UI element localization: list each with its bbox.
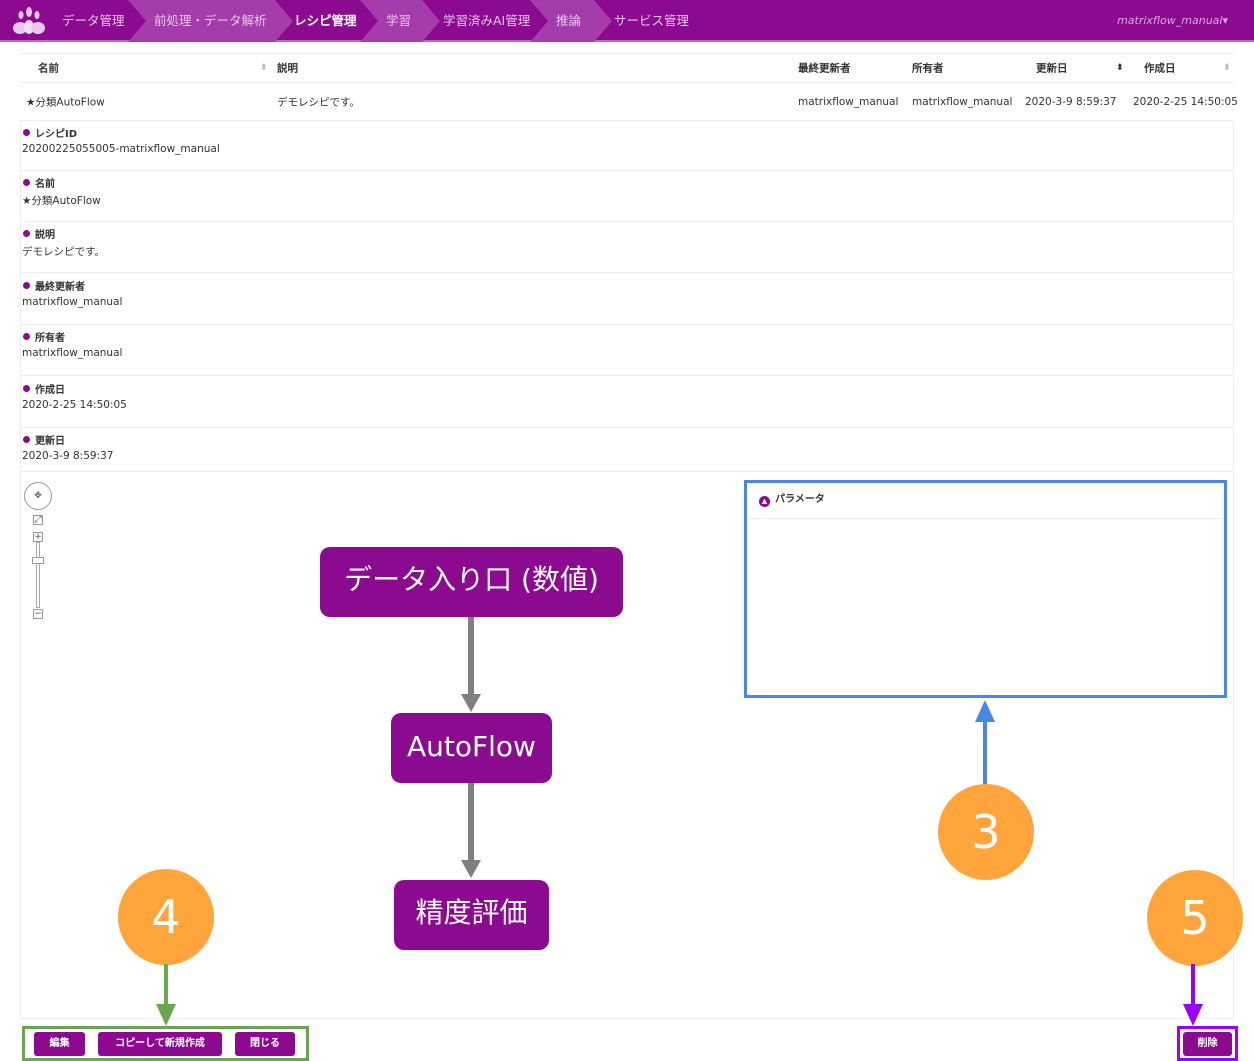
zoom-slider[interactable] bbox=[36, 542, 40, 608]
cell-name: ★分類AutoFlow bbox=[26, 96, 105, 109]
detail-last-updater: 最終更新者 matrixflow_manual bbox=[20, 274, 1234, 325]
parameter-panel-header[interactable]: ▲ パラメータ bbox=[747, 483, 1224, 519]
detail-label: 更新日 bbox=[23, 432, 65, 447]
detail-created: 作成日 2020-2-25 14:50:05 bbox=[20, 377, 1234, 428]
annotation-arrow bbox=[1191, 964, 1195, 1006]
graph-node-autoflow[interactable]: AutoFlow bbox=[391, 713, 552, 783]
detail-owner: 所有者 matrixflow_manual bbox=[20, 325, 1234, 376]
sort-icon[interactable]: ⬍ bbox=[1223, 63, 1231, 73]
cell-updated: 2020-3-9 8:59:37 bbox=[1025, 96, 1117, 108]
detail-name: 名前 ★分類AutoFlow bbox=[20, 171, 1234, 222]
nav-item-data[interactable]: データ管理 bbox=[36, 0, 148, 42]
detail-label: 作成日 bbox=[23, 381, 65, 396]
detail-label: 名前 bbox=[23, 175, 55, 190]
zoom-out-icon[interactable]: − bbox=[33, 609, 43, 619]
delete-button[interactable]: 削除 bbox=[1183, 1032, 1232, 1056]
col-owner[interactable]: 所有者 bbox=[912, 61, 944, 76]
nav-item-trained-ai[interactable]: 学習済みAI管理 bbox=[417, 0, 547, 42]
edit-button[interactable]: 編集 bbox=[34, 1032, 85, 1056]
table-header: 名前 ⬍ 説明 最終更新者 所有者 更新日 ⬍ 作成日 ⬍ bbox=[20, 53, 1234, 83]
detail-recipe-id: レシピID 20200225055005-matrixflow_manual bbox=[20, 120, 1234, 171]
detail-label: 説明 bbox=[23, 226, 55, 241]
zoom-slider-handle[interactable] bbox=[32, 557, 44, 564]
sort-icon[interactable]: ⬍ bbox=[260, 63, 268, 73]
parameter-panel: ▲ パラメータ bbox=[744, 480, 1227, 698]
col-description[interactable]: 説明 bbox=[277, 61, 298, 76]
detail-label: 最終更新者 bbox=[23, 278, 85, 293]
annotation-4: 4 bbox=[118, 869, 214, 965]
cell-description: デモレシピです。 bbox=[277, 96, 360, 109]
annotation-arrow bbox=[164, 964, 168, 1006]
arrow-head-icon bbox=[461, 860, 481, 878]
detail-value: matrixflow_manual bbox=[22, 347, 123, 359]
user-name: matrixflow_manual bbox=[1117, 14, 1223, 27]
annotation-5: 5 bbox=[1147, 870, 1243, 966]
col-last-updater[interactable]: 最終更新者 bbox=[798, 61, 851, 76]
detail-value: matrixflow_manual bbox=[22, 296, 123, 308]
graph-edge bbox=[468, 617, 474, 695]
arrow-head-icon bbox=[461, 694, 481, 712]
nav-item-recipe[interactable]: レシピ管理 bbox=[268, 0, 368, 42]
cell-created: 2020-2-25 14:50:05 bbox=[1133, 96, 1238, 108]
zoom-in-icon[interactable]: + bbox=[33, 532, 43, 542]
col-created[interactable]: 作成日 bbox=[1144, 61, 1176, 76]
user-menu[interactable]: matrixflow_manual▾ bbox=[1117, 0, 1228, 42]
cell-owner: matrixflow_manual bbox=[912, 96, 1013, 108]
sort-desc-icon[interactable]: ⬍ bbox=[1116, 63, 1124, 73]
col-updated[interactable]: 更新日 bbox=[1036, 61, 1068, 76]
detail-label: 所有者 bbox=[23, 329, 65, 344]
graph-node-data-input[interactable]: データ入り口 (数値) bbox=[320, 547, 623, 617]
collapse-icon[interactable]: ▲ bbox=[759, 496, 770, 507]
fit-icon[interactable]: ⤢ bbox=[33, 515, 43, 525]
detail-value: 2020-2-25 14:50:05 bbox=[22, 399, 127, 411]
detail-description: 説明デモレシピです。 bbox=[20, 222, 1234, 273]
detail-value: 2020-3-9 8:59:37 bbox=[22, 450, 114, 462]
pan-control-icon[interactable]: ✥ bbox=[24, 482, 52, 510]
detail-value: ★分類AutoFlow bbox=[22, 195, 101, 207]
detail-label: レシピID bbox=[23, 125, 77, 140]
detail-updated: 更新日 2020-3-9 8:59:37 bbox=[20, 428, 1234, 472]
col-name[interactable]: 名前 bbox=[38, 61, 59, 76]
annotation-arrow bbox=[983, 718, 987, 786]
graph-edge bbox=[468, 783, 474, 861]
arrow-up-icon bbox=[975, 700, 995, 722]
close-button[interactable]: 閉じる bbox=[235, 1032, 295, 1056]
cell-last-updater: matrixflow_manual bbox=[798, 96, 899, 108]
annotation-3: 3 bbox=[938, 784, 1034, 880]
copy-new-button[interactable]: コピーして新規作成 bbox=[98, 1032, 222, 1056]
arrow-down-icon bbox=[156, 1004, 176, 1026]
graph-node-evaluation[interactable]: 精度評価 bbox=[394, 880, 549, 950]
top-nav: データ管理 前処理・データ解析 レシピ管理 学習 学習済みAI管理 推論 サービ… bbox=[0, 0, 1254, 42]
table-row[interactable]: ★分類AutoFlow デモレシピです。 matrixflow_manual m… bbox=[20, 84, 1238, 120]
detail-value: デモレシピです。 bbox=[22, 246, 105, 258]
arrow-down-icon bbox=[1183, 1004, 1203, 1026]
nav-item-service[interactable]: サービス管理 bbox=[588, 0, 708, 42]
parameter-title: パラメータ bbox=[775, 494, 825, 505]
detail-value: 20200225055005-matrixflow_manual bbox=[22, 143, 220, 155]
